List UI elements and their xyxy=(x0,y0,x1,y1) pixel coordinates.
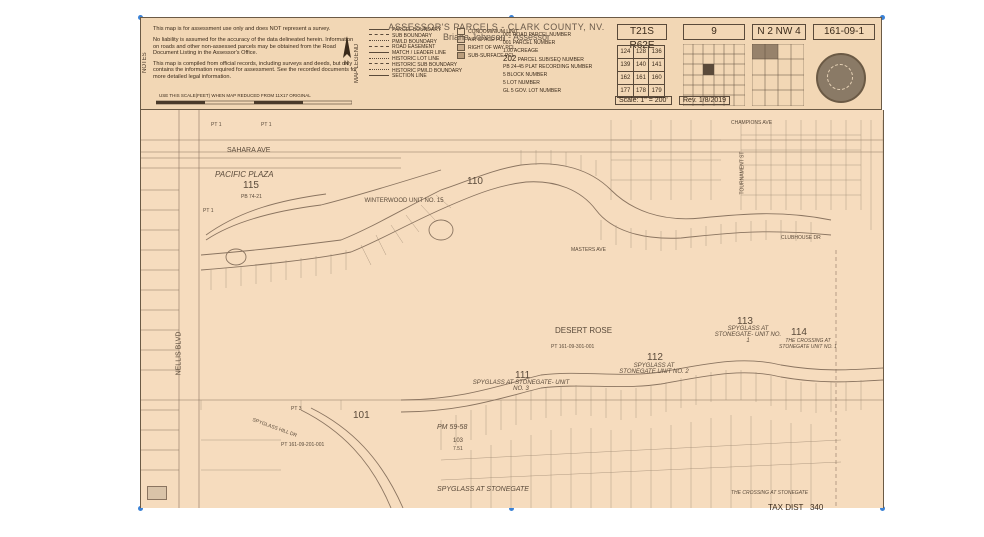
desert-rose-ref: PT 161-09-301-001 xyxy=(551,344,595,350)
svg-text:N: N xyxy=(344,61,348,66)
area-115-ref: PB 74-21 xyxy=(241,194,262,200)
map-title: ASSESSOR'S PARCELS - CLARK COUNTY, NV. xyxy=(388,22,605,32)
area-112-number: 112 xyxy=(647,352,663,363)
township-range: T21S R62E xyxy=(617,24,667,51)
area-110-name: WINTERWOOD UNIT NO. 15 xyxy=(364,198,444,204)
area-101-ref: PM 59-58 xyxy=(437,424,468,431)
area-115-name: PACIFIC PLAZA xyxy=(215,170,274,179)
pt-label: PT 1 xyxy=(203,208,214,214)
street-masters: MASTERS AVE xyxy=(571,247,606,253)
area-101-number: 101 xyxy=(353,410,370,421)
legend-code-item: 5 BLOCK NUMBER xyxy=(503,72,548,78)
section-number: 9 xyxy=(683,24,745,40)
legend-code-item: 202 PARCEL SUB/SEQ NUMBER xyxy=(503,54,584,64)
area-115-number: 115 xyxy=(243,180,259,191)
area-110-number: 110 xyxy=(467,176,483,187)
street-champions: CHAMPIONS AVE xyxy=(731,120,773,126)
section-locator-grid xyxy=(683,44,745,106)
legend-code-item: 5 LOT NUMBER xyxy=(503,80,540,86)
pt-label: PT 1 xyxy=(261,122,272,128)
street-nellis: NELLIS BLVD xyxy=(175,331,183,376)
parcel-103: 103 xyxy=(453,438,464,444)
note-2: No liability is assumed for the accuracy… xyxy=(153,37,354,56)
county-seal-icon xyxy=(816,53,866,103)
street-clubhouse: CLUBHOUSE DR xyxy=(781,235,821,241)
legend-code-item: GL 5 GOV. LOT NUMBER xyxy=(503,88,562,94)
assessor-name: Briana Johnson - Assessor xyxy=(442,32,551,42)
scalebar-graphic xyxy=(156,100,352,105)
tax-dist-label: TAX DIST xyxy=(768,503,804,512)
pt-label: PT 3 xyxy=(291,406,302,412)
pt-ref-bottom: PT 161-09-201-001 xyxy=(281,442,325,448)
notes-text: This map is for assessment use only and … xyxy=(153,26,359,85)
bottom-sub-label: SPYGLASS AT STONEGATE xyxy=(437,486,529,493)
scalebar-caption: USE THIS SCALE(FEET) WHEN MAP REDUCED FR… xyxy=(159,93,311,98)
street-sahara: SAHARA AVE xyxy=(227,147,271,154)
street-tournament: TOURNAMENT ST xyxy=(739,151,746,195)
pt-label: PT 1 xyxy=(211,122,222,128)
section-grid: 124 128 136 139 140 141 162 161 160 177 178 179 xyxy=(617,45,665,98)
parcel-map[interactable]: SAHARA AVE NELLIS BLVD SPYGLASS HILL DR … xyxy=(140,110,884,508)
title-block: ASSESSOR'S PARCELS - CLARK COUNTY, NV. B… xyxy=(379,22,614,42)
map-corner-box xyxy=(147,486,167,500)
legend-code-item: 1.00 ACREAGE xyxy=(503,48,539,54)
map-number: 161-09-1 xyxy=(813,24,875,40)
tax-district: TAX DIST 340 xyxy=(768,503,823,512)
note-1: This map is for assessment use only and … xyxy=(153,26,331,32)
map-header: NOTES This map is for assessment use onl… xyxy=(140,17,882,110)
legend-code-item: PB 24-45 PLAT RECORDING NUMBER xyxy=(503,64,593,70)
map-scale: Scale: 1" = 200' xyxy=(615,96,672,105)
north-arrow-icon: N xyxy=(343,36,351,66)
area-111-name: SPYGLASS AT STONEGATE- UNIT NO. 3 xyxy=(472,380,570,392)
desert-rose-label: DESERT ROSE xyxy=(555,326,613,335)
quarter-section: N 2 NW 4 xyxy=(752,24,806,40)
bottom-sub2-label: THE CROSSING AT STONEGATE xyxy=(731,490,809,496)
area-114-number: 114 xyxy=(791,327,807,338)
parcel-103-acres: 7.51 xyxy=(453,446,463,452)
legend-line-item: SECTION LINE xyxy=(369,73,462,80)
note-3: This map is compiled from official recor… xyxy=(153,61,357,80)
tax-dist-value: 340 xyxy=(809,503,824,512)
area-114-name: THE CROSSING AT STONEGATE UNIT NO. 1 xyxy=(779,338,837,350)
area-112-name: SPYGLASS AT STONEGATE UNIT NO. 2 xyxy=(619,363,689,375)
legend-title: MAP LEGEND xyxy=(354,43,360,83)
quarter-locator-grid xyxy=(752,44,804,106)
